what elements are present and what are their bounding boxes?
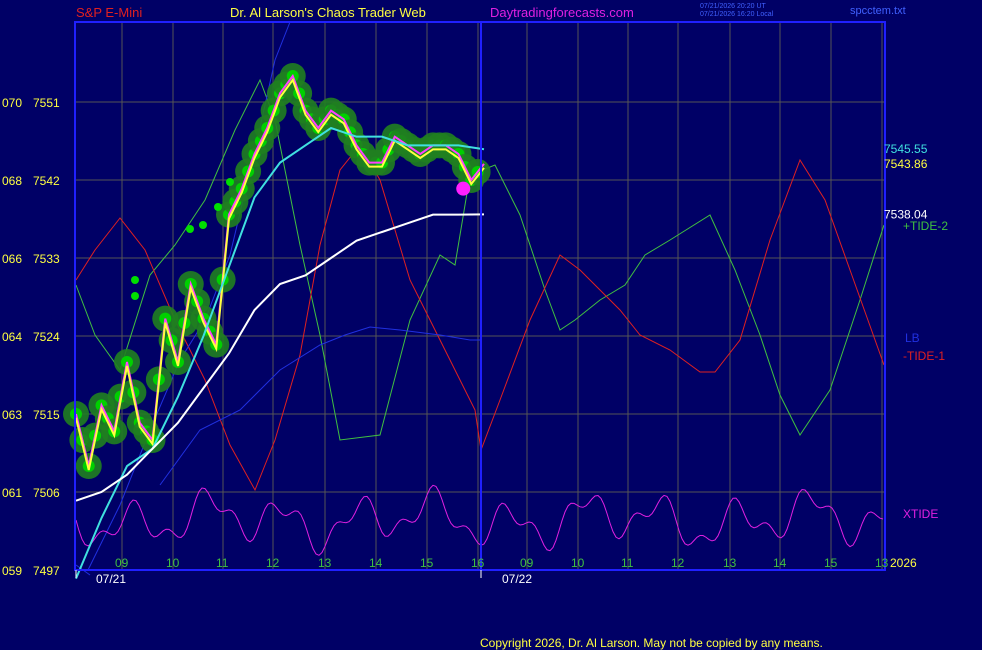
y-tick-label-left: 061 [2, 486, 22, 500]
price-line-magenta [75, 73, 485, 467]
instrument-title: S&P E-Mini [76, 5, 142, 20]
x-tick-label: 13 [318, 556, 332, 570]
legend-lb: LB [905, 331, 920, 345]
legend-xtide: XTIDE [903, 507, 938, 521]
cyan-average-line [75, 126, 485, 580]
x-tick-label: 13 [723, 556, 737, 570]
legend-tide1: -TIDE-1 [903, 349, 945, 363]
signal-dot [131, 292, 139, 300]
y-tick-label-right: 7533 [33, 252, 60, 266]
x-tick-label: 11 [621, 556, 634, 570]
x-tick-label: 12 [671, 556, 685, 570]
signal-dot [199, 221, 207, 229]
data-file-name: spcctem.txt [850, 5, 906, 17]
signal-dot [226, 178, 234, 186]
signal-dot [186, 225, 194, 233]
price-chart: S&P E-Mini Dr. Al Larson's Chaos Trader … [2, 3, 948, 650]
x-tick-label: 15 [824, 556, 838, 570]
y-tick-label-left: 066 [2, 252, 22, 266]
date-label-1: 07/21 [96, 572, 126, 586]
y-tick-label-left: 070 [2, 96, 22, 110]
x-tick-label: 11 [216, 556, 229, 570]
y-tick-label-right: 7515 [33, 408, 60, 422]
x-tick-label: 16 [471, 556, 485, 570]
site-title: Dr. Al Larson's Chaos Trader Web [230, 5, 426, 20]
y-tick-label-right: 7551 [33, 96, 60, 110]
x-tick-label: 12 [266, 556, 280, 570]
y-tick-label-left: 064 [2, 330, 22, 344]
price-label: 7545.55 [884, 142, 928, 156]
y-tick-label-right: 7542 [33, 174, 60, 188]
signal-dot [131, 276, 139, 284]
signal-dot [214, 203, 222, 211]
x-tick-label: 15 [420, 556, 434, 570]
last-price-marker [456, 181, 471, 196]
y-axis-ticks: 059 7497 061 7506 063 7515 064 7524 066 7533 068 75… [2, 96, 60, 578]
xtide-curve [75, 484, 884, 556]
copyright: Copyright 2026, Dr. Al Larson. May not b… [480, 636, 823, 650]
x-tick-label: 09 [520, 556, 534, 570]
timestamp-utc: 07/21/2026 20:20 UT [700, 3, 766, 10]
y-tick-label-right: 7506 [33, 486, 60, 500]
timestamp-local: 07/21/2026 16:20 Local [700, 11, 774, 18]
legend-tide2: +TIDE-2 [903, 219, 948, 233]
y-tick-label-right: 7497 [33, 564, 60, 578]
year-label: 2026 [890, 556, 917, 570]
right-price-labels: 7545.557543.867538.04 [884, 142, 928, 221]
price-label: 7543.86 [884, 157, 928, 171]
x-tick-label: 14 [773, 556, 787, 570]
y-tick-label-left: 063 [2, 408, 22, 422]
y-tick-label-left: 059 [2, 564, 22, 578]
x-tick-label: 13 [875, 556, 889, 570]
x-tick-label: 10 [571, 556, 585, 570]
price-series [63, 63, 491, 580]
y-tick-label-right: 7524 [33, 330, 60, 344]
x-tick-label: 09 [115, 556, 129, 570]
x-axis-ticks: 09 10 11 12 13 14 15 16 09 10 11 12 13 14 15 13 [75, 556, 889, 578]
date-label-2: 07/22 [502, 572, 532, 586]
x-tick-label: 14 [369, 556, 383, 570]
x-tick-label: 10 [166, 556, 180, 570]
y-tick-label-left: 068 [2, 174, 22, 188]
site-url: Daytradingforecasts.com [490, 5, 634, 20]
